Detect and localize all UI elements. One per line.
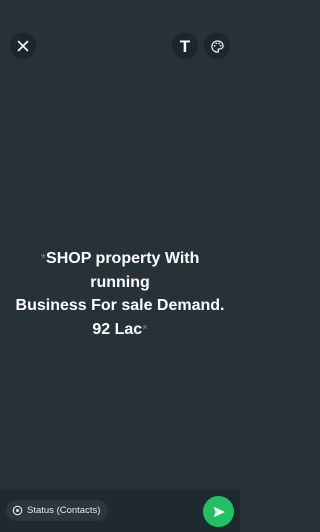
status-line-3: 92 Lac	[92, 320, 143, 338]
bottom-bar: Status (Contacts)	[0, 490, 240, 532]
background-color-button[interactable]	[204, 33, 230, 59]
status-text-content[interactable]: * SHOP property With running Business For…	[12, 247, 228, 341]
text-tool-icon: T	[179, 36, 191, 56]
status-line-1: SHOP property With running	[46, 250, 200, 291]
audience-icon	[12, 505, 23, 516]
bold-marker-end: *	[142, 320, 148, 337]
text-style-button[interactable]: T	[172, 33, 198, 59]
send-icon	[213, 506, 225, 517]
send-button[interactable]	[203, 496, 234, 527]
palette-icon	[210, 39, 224, 53]
status-audience-label: Status (Contacts)	[27, 505, 101, 516]
close-button[interactable]	[10, 33, 36, 59]
close-icon	[17, 40, 29, 52]
status-line-2: Business For sale Demand.	[15, 297, 225, 314]
status-audience-chip[interactable]: Status (Contacts)	[6, 500, 109, 521]
